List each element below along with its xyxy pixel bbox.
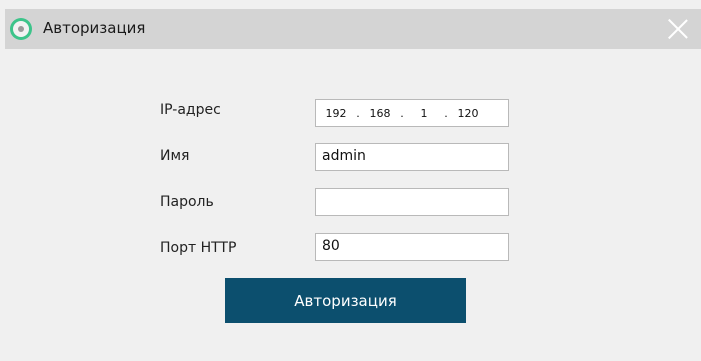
ip-separator: . [400, 106, 404, 120]
ip-octet-2[interactable]: 168 [364, 107, 396, 120]
ip-address-label: IP-адрес [160, 102, 221, 118]
ip-separator: . [356, 106, 360, 120]
close-icon[interactable] [667, 18, 689, 40]
password-field[interactable] [315, 188, 509, 216]
title-bar[interactable]: Авторизация [5, 9, 701, 49]
login-button[interactable]: Авторизация [225, 278, 466, 323]
ip-address-field[interactable]: 192 . 168 . 1 . 120 [315, 99, 509, 127]
http-port-label: Порт HTTP [160, 240, 237, 256]
password-label: Пароль [160, 194, 214, 210]
username-label: Имя [160, 148, 190, 164]
login-dialog: Авторизация IP-адрес 192 . 168 . 1 . 120… [0, 0, 701, 361]
app-icon [10, 18, 32, 40]
http-port-field[interactable]: 80 [315, 233, 509, 261]
ip-octet-1[interactable]: 192 [320, 107, 352, 120]
ip-separator: . [444, 106, 448, 120]
window-title: Авторизация [43, 19, 146, 37]
username-field[interactable]: admin [315, 143, 509, 171]
ip-octet-3[interactable]: 1 [408, 107, 440, 120]
ip-octet-4[interactable]: 120 [452, 107, 484, 120]
